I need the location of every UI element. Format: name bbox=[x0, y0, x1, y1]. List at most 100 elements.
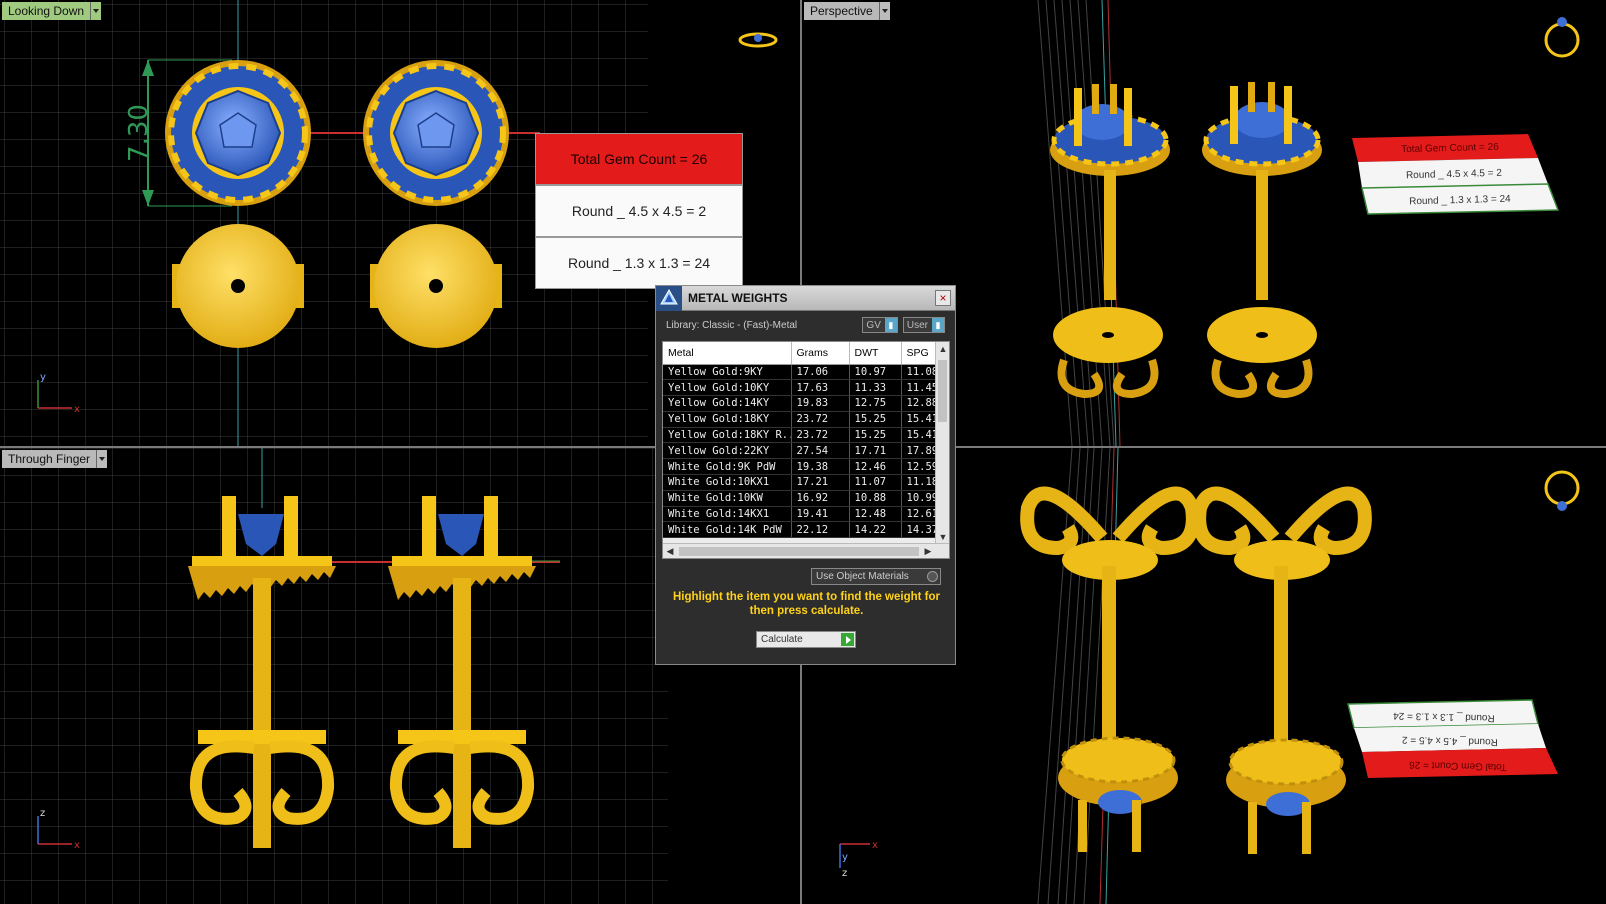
calculate-button[interactable]: Calculate bbox=[756, 631, 856, 648]
table-cell: 15.41 bbox=[901, 427, 936, 444]
instruction-text: Highlight the item you want to find the … bbox=[672, 591, 941, 617]
table-cell: 15.41 bbox=[901, 411, 936, 428]
app-logo-icon bbox=[656, 285, 682, 311]
table-row[interactable]: White Gold:10KX1 17.21 11.07 11.18 bbox=[663, 474, 936, 491]
table-cell: 12.46 bbox=[849, 458, 902, 476]
gv-toggle[interactable]: GV ▮ bbox=[862, 317, 898, 333]
table-cell: White Gold:9K PdW bbox=[663, 458, 792, 476]
user-toggle[interactable]: User ▮ bbox=[902, 317, 945, 333]
table-cell: 17.63 bbox=[791, 379, 850, 397]
close-button[interactable]: × bbox=[935, 290, 951, 306]
ring-view-icon bbox=[738, 32, 778, 48]
table-row[interactable]: Yellow Gold:9KY 17.06 10.97 11.08 bbox=[663, 364, 936, 381]
table-cell: 11.33 bbox=[849, 379, 902, 397]
table-row[interactable]: White Gold:9K PdW 19.38 12.46 12.59 bbox=[663, 458, 936, 476]
play-icon[interactable] bbox=[841, 633, 854, 646]
column-header[interactable]: SPG bbox=[901, 342, 936, 365]
table-cell: White Gold:10KX1 bbox=[663, 474, 792, 491]
table-row[interactable]: White Gold:14KX1 19.41 12.48 12.61 bbox=[663, 506, 936, 523]
table-cell: 19.38 bbox=[791, 458, 850, 476]
table-cell: 14.37 bbox=[901, 521, 936, 539]
axis-z-label: z bbox=[40, 808, 45, 819]
table-cell: 19.83 bbox=[791, 395, 850, 412]
table-cell: 10.99 bbox=[901, 490, 936, 507]
halo-stud-right bbox=[363, 60, 509, 206]
table-row[interactable]: Yellow Gold:18KY 23.72 15.25 15.41 bbox=[663, 411, 936, 428]
table-cell: 23.72 bbox=[791, 411, 850, 428]
table-cell: 19.41 bbox=[791, 506, 850, 523]
table-cell: 17.71 bbox=[849, 442, 902, 460]
scroll-left-icon[interactable]: ◀ bbox=[663, 544, 677, 558]
table-cell: 12.75 bbox=[849, 395, 902, 412]
table-cell: 14.22 bbox=[849, 521, 902, 539]
table-cell: White Gold:14KX1 bbox=[663, 506, 792, 523]
table-cell: Yellow Gold:9KY bbox=[663, 364, 792, 381]
gv-toggle-label: GV bbox=[866, 319, 881, 331]
chevron-down-icon[interactable] bbox=[96, 450, 108, 468]
viewport-label-text: Through Finger bbox=[2, 450, 97, 468]
scrollbar-thumb[interactable] bbox=[679, 547, 919, 556]
metal-weights-dialog: METAL WEIGHTS × Library: Classic - (Fast… bbox=[655, 285, 956, 665]
inverted-stud-right bbox=[1192, 486, 1372, 854]
metal-weights-table: Metal Grams DWT SPG Yellow Gold:9KY 17.06… bbox=[662, 341, 950, 559]
ring-view-icon bbox=[1544, 17, 1580, 58]
toggle-indicator-icon: ▮ bbox=[884, 318, 897, 332]
dimension-label: 7.30 bbox=[124, 104, 154, 162]
axis-y-label: y bbox=[40, 372, 46, 383]
table-cell: 23.72 bbox=[791, 427, 850, 444]
axis-y-label: y bbox=[842, 852, 848, 863]
perspective-gem-table: Total Gem Count = 26 Round _ 4.5 x 4.5 =… bbox=[1352, 134, 1560, 215]
table-cell: Yellow Gold:22KY bbox=[663, 442, 792, 460]
vertical-scrollbar[interactable]: ▲ ▼ bbox=[935, 342, 949, 544]
table-row[interactable]: Yellow Gold:22KY 27.54 17.71 17.89 bbox=[663, 442, 936, 460]
gem-count-title: Total Gem Count = 26 bbox=[535, 133, 743, 185]
column-header[interactable]: DWT bbox=[849, 342, 902, 365]
toggle-indicator-icon: ▮ bbox=[932, 318, 944, 332]
table-cell: White Gold:14K PdW bbox=[663, 521, 792, 539]
table-cell: 12.59 bbox=[901, 458, 936, 476]
axis-x-label: x bbox=[872, 840, 878, 851]
column-header[interactable]: Grams bbox=[791, 342, 850, 365]
column-header[interactable]: Metal bbox=[663, 342, 792, 365]
viewport-label-looking-down[interactable]: Looking Down bbox=[2, 2, 102, 20]
table-cell: 11.45 bbox=[901, 379, 936, 397]
table-cell: 15.25 bbox=[849, 427, 902, 444]
table-cell: Yellow Gold:14KY bbox=[663, 395, 792, 412]
table-cell: 10.88 bbox=[849, 490, 902, 507]
chevron-down-icon[interactable] bbox=[878, 2, 890, 20]
chevron-down-icon[interactable] bbox=[90, 2, 102, 20]
table-row[interactable]: Yellow Gold:10KY 17.63 11.33 11.45 bbox=[663, 379, 936, 397]
table-cell: 12.88 bbox=[901, 395, 936, 412]
gem-row: Round _ 4.5 x 4.5 = 2 bbox=[535, 185, 743, 237]
table-row[interactable]: White Gold:10KW 16.92 10.88 10.99 bbox=[663, 490, 936, 507]
horizontal-scrollbar[interactable]: ◀ ▶ bbox=[663, 543, 949, 558]
calculate-label: Calculate bbox=[761, 634, 803, 645]
scroll-down-icon[interactable]: ▼ bbox=[936, 530, 949, 544]
dialog-titlebar[interactable]: METAL WEIGHTS × bbox=[656, 285, 955, 311]
table-cell: 15.25 bbox=[849, 411, 902, 428]
use-object-materials-toggle[interactable]: Use Object Materials bbox=[811, 568, 941, 585]
perspective-stud-left bbox=[1050, 84, 1170, 399]
viewport-label-text: Looking Down bbox=[2, 2, 91, 20]
inverted-stud-left bbox=[1020, 486, 1200, 852]
axis-x-label: x bbox=[74, 404, 80, 415]
viewport-label-through-finger[interactable]: Through Finger bbox=[2, 450, 108, 468]
table-cell: 17.89 bbox=[901, 442, 936, 460]
table-cell: White Gold:10KW bbox=[663, 490, 792, 507]
viewport-label-perspective[interactable]: Perspective bbox=[804, 2, 890, 20]
table-cell: 11.07 bbox=[849, 474, 902, 491]
scroll-up-icon[interactable]: ▲ bbox=[936, 342, 949, 356]
table-row[interactable]: White Gold:14K PdW 22.12 14.22 14.37 bbox=[663, 521, 936, 539]
perspective-stud-right bbox=[1202, 82, 1322, 399]
axis-z-label: z bbox=[842, 868, 847, 879]
radio-icon[interactable] bbox=[927, 571, 938, 582]
table-cell: 10.97 bbox=[849, 364, 902, 381]
table-cell: Yellow Gold:18KY bbox=[663, 411, 792, 428]
table-header-row: Metal Grams DWT SPG bbox=[663, 342, 936, 365]
table-row[interactable]: Yellow Gold:14KY 19.83 12.75 12.88 bbox=[663, 395, 936, 412]
table-cell: 16.92 bbox=[791, 490, 850, 507]
scrollbar-thumb[interactable] bbox=[938, 360, 947, 422]
user-toggle-label: User bbox=[906, 319, 928, 331]
scroll-right-icon[interactable]: ▶ bbox=[921, 544, 935, 558]
table-row[interactable]: Yellow Gold:18KY R... 23.72 15.25 15.41 bbox=[663, 427, 936, 444]
